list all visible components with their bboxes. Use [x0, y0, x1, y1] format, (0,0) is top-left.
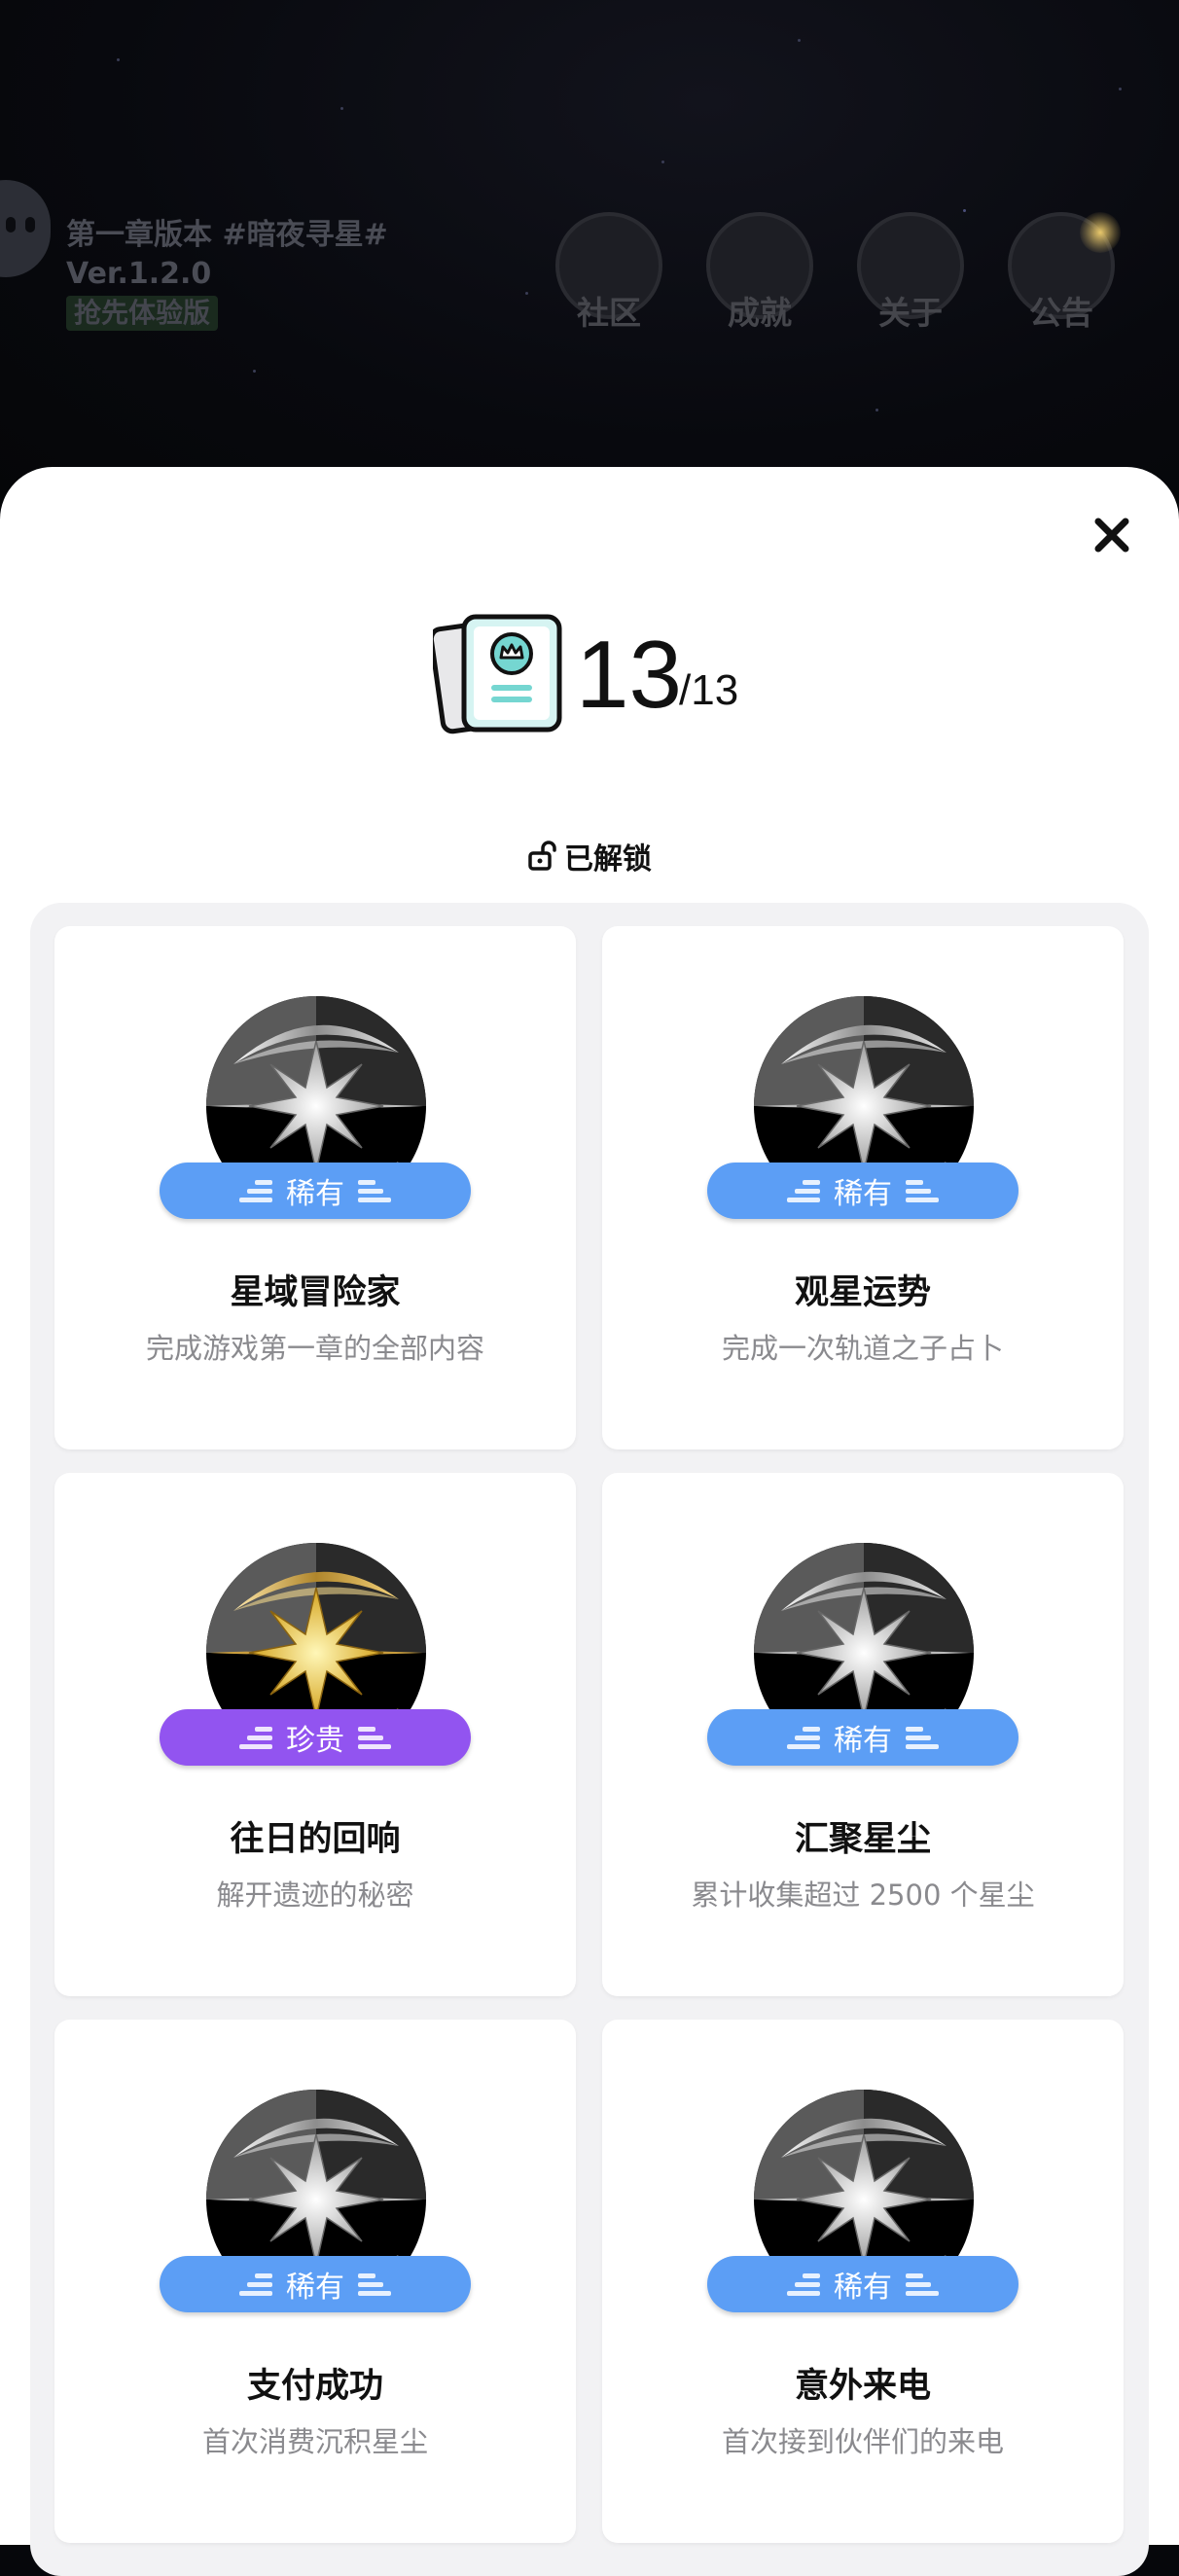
- nav-announcement-label: 公告: [1029, 294, 1093, 332]
- unlock-icon: [528, 841, 556, 871]
- rarity-tag: 稀有: [707, 1163, 1018, 1219]
- close-icon: [1094, 518, 1129, 553]
- achievement-card[interactable]: 稀有 汇聚星尘 累计收集超过 2500 个星尘: [602, 1473, 1124, 1996]
- achievement-title: 往日的回响: [230, 1820, 401, 1859]
- rarity-label: 稀有: [834, 2271, 892, 2305]
- nav-community-label: 社区: [577, 294, 641, 332]
- achievement-title: 汇聚星尘: [794, 1820, 931, 1859]
- rarity-tag: 稀有: [160, 1163, 471, 1219]
- rarity-label: 稀有: [286, 1177, 344, 1211]
- rarity-label: 稀有: [286, 2271, 344, 2305]
- nav-about-label: 关于: [878, 294, 943, 332]
- unlocked-section-header: 已解锁: [0, 835, 1179, 877]
- chapter-title: 第一章版本 #暗夜寻星#: [66, 218, 388, 252]
- achievement-card[interactable]: 珍贵 往日的回响 解开遗迹的秘密: [54, 1473, 576, 1996]
- achievement-title: 观星运势: [794, 1273, 931, 1312]
- rarity-label: 珍贵: [286, 1724, 344, 1758]
- close-button[interactable]: [1085, 508, 1139, 562]
- achievement-desc: 首次消费沉积星尘: [201, 2425, 428, 2458]
- unlocked-count: 13: [576, 621, 683, 728]
- unlocked-section-label: 已解锁: [564, 842, 652, 877]
- achievement-desc: 解开遗迹的秘密: [216, 1878, 414, 1912]
- achievement-desc: 完成游戏第一章的全部内容: [145, 1332, 484, 1365]
- achievement-desc: 首次接到伙伴们的来电: [721, 2425, 1004, 2458]
- early-access-tag: 抢先体验版: [66, 296, 219, 331]
- achievement-desc: 累计收集超过 2500 个星尘: [691, 1878, 1035, 1912]
- rarity-label: 稀有: [834, 1724, 892, 1758]
- app-logo: [0, 180, 51, 277]
- rarity-label: 稀有: [834, 1177, 892, 1211]
- star-glow: [1080, 212, 1121, 253]
- rarity-tag: 稀有: [707, 1709, 1018, 1766]
- achievement-card[interactable]: 稀有 支付成功 首次消费沉积星尘: [54, 2020, 576, 2543]
- achievement-card[interactable]: 稀有 观星运势 完成一次轨道之子占卜: [602, 926, 1124, 1449]
- achievement-cards-icon: [433, 614, 562, 734]
- achievement-card[interactable]: 稀有 星域冒险家 完成游戏第一章的全部内容: [54, 926, 576, 1449]
- nav-achievement-label: 成就: [728, 294, 792, 332]
- achievement-title: 意外来电: [794, 2367, 931, 2406]
- achievement-card[interactable]: 稀有 意外来电 首次接到伙伴们的来电: [602, 2020, 1124, 2543]
- rarity-tag: 稀有: [707, 2256, 1018, 2312]
- rarity-tag: 珍贵: [160, 1709, 471, 1766]
- total-count: /13: [679, 666, 739, 714]
- background-game-screen: 第一章版本 #暗夜寻星# Ver.1.2.0 抢先体验版 社区 成就 关于 公告: [0, 0, 1179, 506]
- rarity-tag: 稀有: [160, 2256, 471, 2312]
- version-label: Ver.1.2.0: [66, 257, 212, 291]
- achievement-title: 支付成功: [246, 2367, 383, 2406]
- achievement-title: 星域冒险家: [230, 1273, 401, 1312]
- achievement-desc: 完成一次轨道之子占卜: [721, 1332, 1004, 1365]
